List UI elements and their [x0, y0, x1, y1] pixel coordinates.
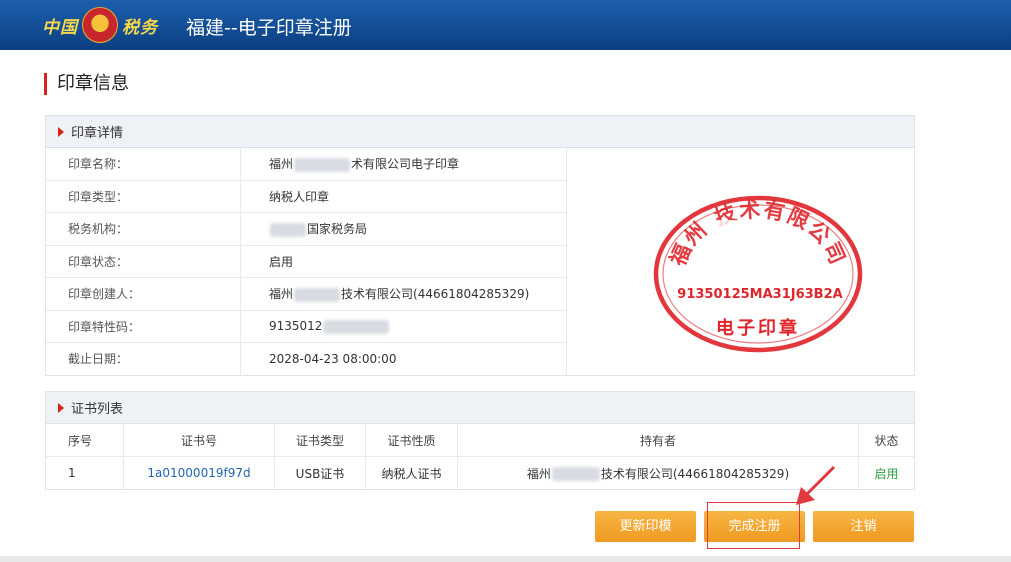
cert-number-link[interactable]: 1a01000019f97d: [123, 456, 275, 489]
tax-logo: 中国 税务: [42, 7, 158, 43]
column-header: 持有者: [457, 424, 859, 457]
app-title: 福建--电子印章注册: [186, 17, 352, 39]
page-title: 印章信息: [44, 73, 129, 95]
update-seal-button[interactable]: 更新印模: [595, 511, 696, 542]
seal-image-area: 福州 技术有限公司 91350125MA31J63B2A 电子印章: [566, 148, 915, 375]
certificate-table: 序号 证书号 证书类型 证书性质 持有者 状态 1 1a01000019f97d…: [46, 424, 914, 489]
detail-label: 印章特性码：: [46, 310, 241, 343]
detail-row: 印章类型： 纳税人印章: [46, 180, 566, 213]
seal-creator-value: 福州 技术有限公司(44661804285329): [240, 277, 566, 311]
seal-code-text: 91350125MA31J63B2A: [677, 287, 842, 302]
seal-redaction: [717, 220, 761, 254]
column-header: 序号: [46, 424, 124, 457]
cert-nature: 纳税人证书: [365, 456, 458, 489]
column-header: 证书号: [123, 424, 275, 457]
detail-label: 截止日期：: [46, 342, 241, 375]
seal-detail-panel: 印章详情 印章名称： 福州 术有限公司电子印章 印章类型： 纳税人印章 税务机构：…: [45, 115, 915, 376]
table-row: 1 1a01000019f97d USB证书 纳税人证书 福州 技术有限公司(44…: [46, 456, 914, 489]
logo-text-right: 税务: [122, 17, 158, 38]
detail-row: 印章创建人： 福州 技术有限公司(44661804285329): [46, 277, 566, 311]
cert-index: 1: [46, 456, 124, 489]
red-arrow-icon: [796, 465, 836, 505]
column-header: 证书类型: [274, 424, 366, 457]
seal-detail-title: 印章详情: [71, 126, 124, 141]
seal-detail-header: 印章详情: [46, 116, 914, 148]
detail-label: 税务机构：: [46, 212, 241, 246]
tax-authority-value: 国家税务局: [240, 212, 566, 246]
detail-row: 税务机构： 国家税务局: [46, 212, 566, 246]
seal-status-value: 启用: [240, 245, 566, 278]
column-header: 状态: [858, 424, 914, 457]
highlight-box: [707, 502, 800, 549]
seal-type-value: 纳税人印章: [240, 180, 566, 213]
cert-type: USB证书: [274, 456, 366, 489]
detail-label: 印章状态：: [46, 245, 241, 278]
column-header: 证书性质: [365, 424, 458, 457]
detail-row: 印章状态： 启用: [46, 245, 566, 278]
cert-status: 启用: [874, 466, 899, 481]
detail-row: 印章特性码： 9135012: [46, 310, 566, 343]
seal-bottom-text: 电子印章: [716, 317, 800, 339]
detail-row: 截止日期： 2028-04-23 08:00:00: [46, 342, 566, 375]
seal-stamp-image: 福州 技术有限公司 91350125MA31J63B2A 电子印章: [653, 195, 863, 353]
certificate-header: 证书列表: [46, 392, 914, 424]
seal-detail-table: 印章名称： 福州 术有限公司电子印章 印章类型： 纳税人印章 税务机构： 国家税务…: [46, 148, 566, 375]
certificate-title: 证书列表: [71, 402, 124, 417]
certificate-panel: 证书列表 序号 证书号 证书类型 证书性质 持有者 状态 1 1a0100001…: [45, 391, 915, 490]
table-header-row: 序号 证书号 证书类型 证书性质 持有者 状态: [46, 424, 914, 457]
seal-name-value[interactable]: 福州 术有限公司电子印章: [240, 148, 566, 181]
detail-label: 印章类型：: [46, 180, 241, 213]
app-header: 中国 税务 福建--电子印章注册: [0, 0, 1011, 50]
detail-label: 印章创建人：: [46, 277, 241, 311]
national-emblem-icon: [82, 7, 118, 43]
expiry-date-value: 2028-04-23 08:00:00: [269, 351, 397, 366]
bottom-strip: [0, 556, 1011, 562]
detail-row: 印章名称： 福州 术有限公司电子印章: [46, 148, 566, 181]
caret-right-icon: [58, 126, 64, 137]
seal-code-value: 9135012: [240, 310, 566, 343]
logo-text-left: 中国: [42, 17, 78, 38]
caret-right-icon: [58, 402, 64, 413]
cancel-registration-button[interactable]: 注销: [813, 511, 914, 542]
detail-label: 印章名称：: [46, 148, 241, 181]
